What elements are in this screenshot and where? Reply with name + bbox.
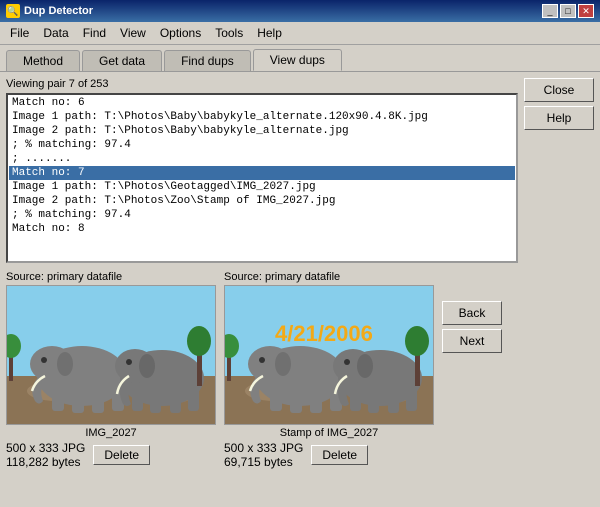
left-panel: Viewing pair 7 of 253 Match no: 6 Image … <box>6 78 518 263</box>
back-button[interactable]: Back <box>442 301 502 325</box>
title-bar: 🔍 Dup Detector _ □ ✕ <box>0 0 600 22</box>
elephant-svg-1 <box>7 286 216 425</box>
image1-dimensions: 500 x 333 JPG <box>6 441 85 455</box>
list-item[interactable]: Image 1 path: T:\Photos\Geotagged\IMG_20… <box>9 180 515 194</box>
window-close-button[interactable]: ✕ <box>578 4 594 18</box>
tab-view-dups[interactable]: View dups <box>253 49 342 71</box>
menu-view[interactable]: View <box>114 24 152 42</box>
minimize-button[interactable]: _ <box>542 4 558 18</box>
menu-data[interactable]: Data <box>37 24 74 42</box>
list-item[interactable]: Match no: 8 <box>9 222 515 236</box>
list-item[interactable]: ; ....... <box>9 152 515 166</box>
list-item[interactable]: Image 1 path: T:\Photos\Baby\babykyle_al… <box>9 110 515 124</box>
app-icon: 🔍 <box>6 4 20 18</box>
menu-file[interactable]: File <box>4 24 35 42</box>
svg-text:4/21/2006: 4/21/2006 <box>275 321 373 346</box>
list-item[interactable]: Image 2 path: T:\Photos\Baby\babykyle_al… <box>9 124 515 138</box>
help-button[interactable]: Help <box>524 106 594 130</box>
title-bar-left: 🔍 Dup Detector <box>6 4 93 18</box>
image1-panel: Source: primary datafile <box>6 271 216 469</box>
viewing-label: Viewing pair 7 of 253 <box>6 78 518 90</box>
list-item[interactable]: Match no: 6 <box>9 96 515 110</box>
list-item[interactable]: ; % matching: 97.4 <box>9 208 515 222</box>
tab-bar: Method Get data Find dups View dups <box>0 45 600 71</box>
image1-actions: 500 x 333 JPG 118,282 bytes Delete <box>6 441 150 469</box>
tab-get-data[interactable]: Get data <box>82 50 162 71</box>
image2-delete-button[interactable]: Delete <box>311 445 368 465</box>
title-controls: _ □ ✕ <box>542 4 594 18</box>
next-button[interactable]: Next <box>442 329 502 353</box>
menu-options[interactable]: Options <box>154 24 207 42</box>
tab-find-dups[interactable]: Find dups <box>164 50 251 71</box>
menu-find[interactable]: Find <box>77 24 112 42</box>
image2-bytes: 69,715 bytes <box>224 455 303 469</box>
tab-method[interactable]: Method <box>6 50 80 71</box>
right-panel: Close Help <box>524 78 594 263</box>
image1-source-label: Source: primary datafile <box>6 271 122 283</box>
maximize-button[interactable]: □ <box>560 4 576 18</box>
image2-panel: Source: primary datafile <box>224 271 434 469</box>
image2-filename: Stamp of IMG_2027 <box>224 427 434 439</box>
image2-dimensions: 500 x 333 JPG <box>224 441 303 455</box>
image1-bytes: 118,282 bytes <box>6 455 85 469</box>
list-item-selected[interactable]: Match no: 7 <box>9 166 515 180</box>
nav-buttons: Back Next <box>442 271 502 353</box>
image2-actions: 500 x 333 JPG 69,715 bytes Delete <box>224 441 368 469</box>
image2-source-label: Source: primary datafile <box>224 271 340 283</box>
menu-help[interactable]: Help <box>251 24 288 42</box>
match-list[interactable]: Match no: 6 Image 1 path: T:\Photos\Baby… <box>6 93 518 263</box>
list-item[interactable]: ; % matching: 97.4 <box>9 138 515 152</box>
image1-delete-button[interactable]: Delete <box>93 445 150 465</box>
app-title: Dup Detector <box>24 5 93 17</box>
menu-tools[interactable]: Tools <box>209 24 249 42</box>
image2-info: 500 x 333 JPG 69,715 bytes <box>224 441 303 469</box>
image1-filename: IMG_2027 <box>6 427 216 439</box>
menu-bar: File Data Find View Options Tools Help <box>0 22 600 45</box>
elephant-svg-2: 4/21/2006 <box>225 286 434 425</box>
image1-container <box>6 285 216 425</box>
image2-container: 4/21/2006 <box>224 285 434 425</box>
image1-info: 500 x 333 JPG 118,282 bytes <box>6 441 85 469</box>
close-button[interactable]: Close <box>524 78 594 102</box>
list-item[interactable]: Image 2 path: T:\Photos\Zoo\Stamp of IMG… <box>9 194 515 208</box>
